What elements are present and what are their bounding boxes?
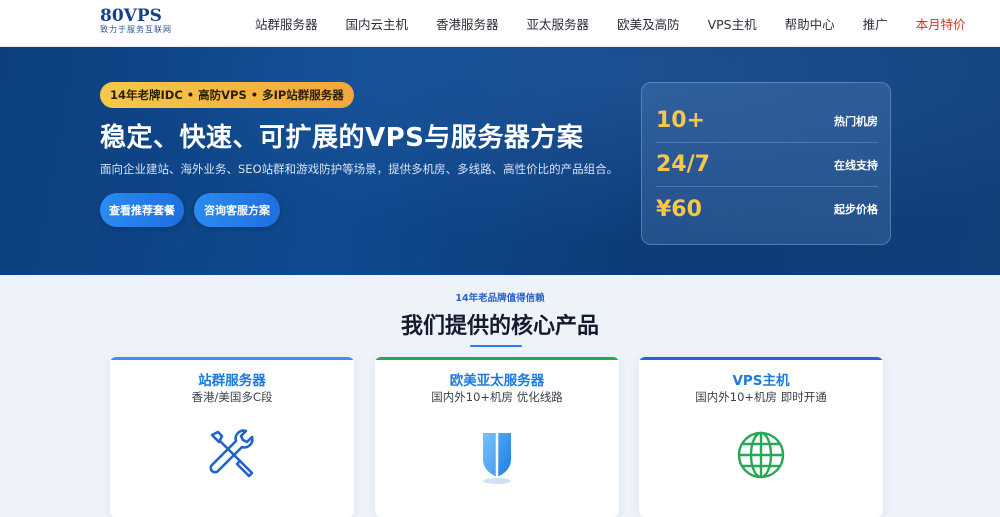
nav-item-hongkong-server[interactable]: 香港服务器 [436, 14, 499, 33]
logo[interactable]: 80VPS 致力于服务互联网 [100, 8, 210, 40]
nav-item-promotion[interactable]: 推广 [863, 14, 888, 33]
stat-value: ¥60 [656, 196, 702, 222]
stat-value: 24/7 [656, 152, 710, 177]
nav-item-site-group-server[interactable]: 站群服务器 [255, 14, 318, 33]
stat-row: ¥60 起步价格 [656, 187, 878, 231]
shield-icon [483, 433, 511, 484]
section-eyebrow: 14年老品牌值得信赖 [455, 293, 545, 304]
tools-icon [209, 429, 254, 478]
nav-item-monthly-special[interactable]: 本月特价 [916, 14, 966, 33]
nav-item-domestic-cloud[interactable]: 国内云主机 [346, 14, 409, 33]
consult-support-button[interactable]: 咨询客服方案 [194, 193, 280, 227]
nav-item-europe-us-ddos[interactable]: 欧美及高防 [617, 14, 680, 33]
card-title: 站群服务器 [198, 373, 266, 389]
view-recommended-plans-button[interactable]: 查看推荐套餐 [100, 193, 184, 227]
card-title: 欧美亚太服务器 [449, 373, 545, 389]
hero-banner: 14年老牌IDC • 高防VPS • 多IP站群服务器 稳定、快速、可扩展的VP… [0, 47, 1000, 275]
nav-item-help-center[interactable]: 帮助中心 [785, 14, 835, 33]
card-title: VPS主机 [732, 373, 790, 389]
product-card-vps-host[interactable]: VPS主机 国内外10+机房 即时开通 [639, 357, 883, 517]
stat-row: 10+ 热门机房 [656, 99, 878, 143]
stat-label: 热门机房 [834, 114, 878, 128]
stat-row: 24/7 在线支持 [656, 143, 878, 187]
stat-value: 10+ [656, 108, 706, 133]
hero-badge: 14年老牌IDC • 高防VPS • 多IP站群服务器 [100, 82, 354, 108]
card-subtitle: 香港/美国多C段 [191, 390, 273, 404]
card-subtitle: 国内外10+机房 优化线路 [431, 390, 563, 404]
card-subtitle: 国内外10+机房 即时开通 [695, 390, 827, 404]
stats-card: 10+ 热门机房 24/7 在线支持 ¥60 起步价格 [641, 82, 891, 245]
section-title-underline [470, 345, 522, 347]
stat-label: 在线支持 [834, 158, 878, 172]
logo-slogan: 致力于服务互联网 [100, 25, 172, 34]
nav-item-vps-host[interactable]: VPS主机 [708, 14, 757, 33]
logo-text: 80VPS [100, 6, 162, 26]
product-card-europe-asia-server[interactable]: 欧美亚太服务器 国内外10+机房 优化线路 [375, 357, 619, 517]
product-card-site-group-server[interactable]: 站群服务器 香港/美国多C段 [110, 357, 354, 517]
globe-icon [737, 431, 785, 479]
top-header: 80VPS 致力于服务互联网 站群服务器 国内云主机 香港服务器 亚太服务器 欧… [0, 0, 1000, 47]
nav-item-asia-pacific-server[interactable]: 亚太服务器 [527, 14, 590, 33]
hero-title: 稳定、快速、可扩展的VPS与服务器方案 [100, 123, 584, 153]
main-nav: 站群服务器 国内云主机 香港服务器 亚太服务器 欧美及高防 VPS主机 帮助中心… [240, 0, 966, 47]
hero-description: 面向企业建站、海外业务、SEO站群和游戏防护等场景，提供多机房、多线路、高性价比… [100, 162, 619, 176]
stat-label: 起步价格 [834, 203, 878, 216]
section-title: 我们提供的核心产品 [400, 314, 599, 339]
